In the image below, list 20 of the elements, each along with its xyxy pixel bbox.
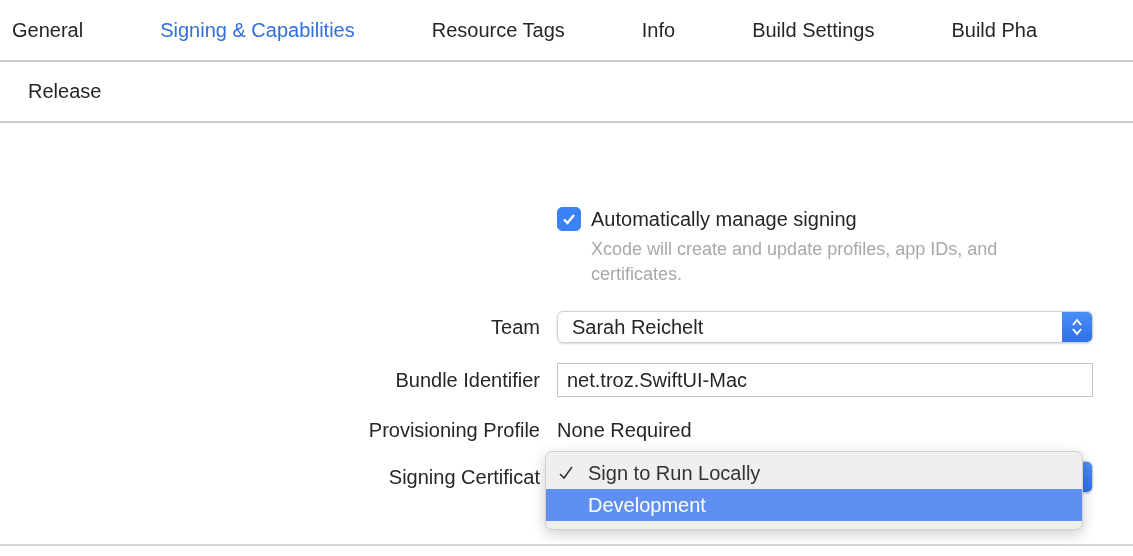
checkbox-label: Automatically manage signing: [591, 207, 858, 231]
field-label: Bundle Identifier: [395, 368, 540, 392]
stepper-arrows-icon: [1071, 317, 1083, 337]
field-label: Provisioning Profile: [368, 419, 540, 442]
menu-item[interactable]: Sign to Run Locally: [546, 457, 1082, 489]
checkmark-icon: [558, 465, 574, 481]
tab[interactable]: Info: [641, 18, 676, 42]
checkbox[interactable]: [557, 207, 581, 231]
bundle-identifier-field[interactable]: net.troz.SwiftUI-Mac: [557, 363, 1093, 397]
team-popup[interactable]: Sarah Reichelt: [557, 311, 1093, 343]
tab[interactable]: Resource Tags: [431, 18, 565, 42]
tab[interactable]: Build Settings: [752, 18, 875, 42]
tab[interactable]: General: [12, 18, 84, 42]
configuration-label[interactable]: Release: [28, 80, 102, 103]
field-label: Team: [491, 315, 540, 339]
field-label: Signing Certificat: [388, 465, 540, 489]
hint-text: Xcode will create and update profiles, app IDs, and certificates.: [591, 238, 999, 286]
field-value: None Required: [557, 419, 692, 442]
tab[interactable]: Signing & Capabilities: [160, 18, 355, 42]
tab[interactable]: Build Pha: [951, 18, 1038, 42]
